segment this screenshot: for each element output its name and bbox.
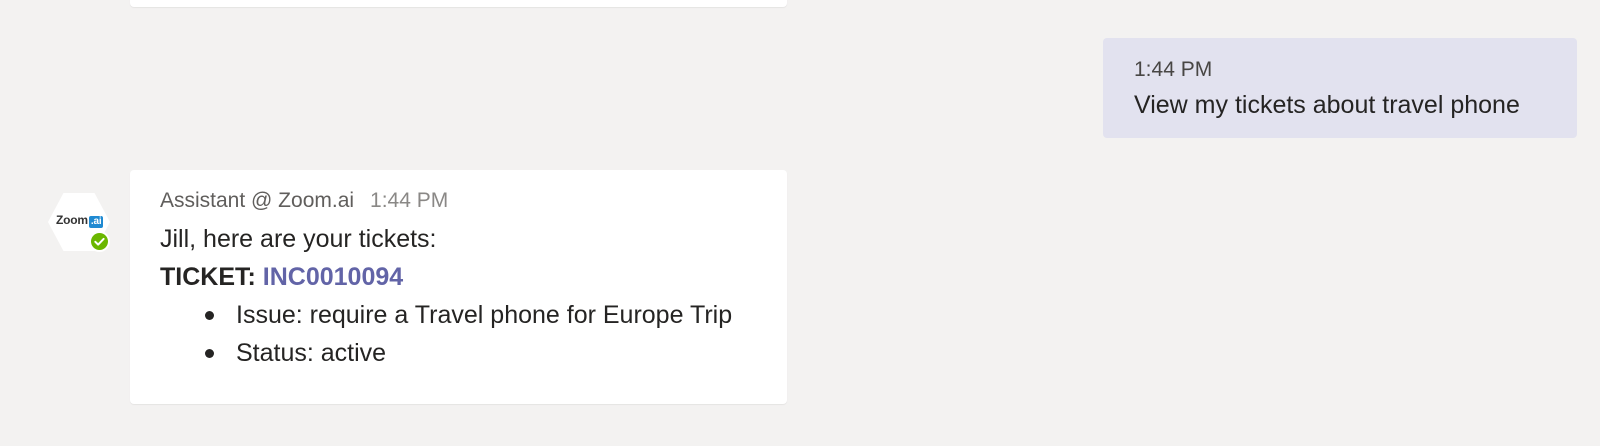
ticket-line: TICKET: INC0010094 (160, 262, 787, 292)
zoom-ai-logo: Zoom .ai (56, 213, 104, 228)
avatar[interactable]: Zoom .ai (48, 193, 110, 252)
bullet-icon (205, 349, 214, 358)
available-check-icon (89, 231, 110, 252)
incoming-message[interactable]: Assistant @ Zoom.ai 1:44 PM Jill, here ar… (130, 170, 787, 404)
ticket-issue: Issue: require a Travel phone for Europe… (236, 301, 733, 329)
message-text: View my tickets about travel phone (1134, 91, 1520, 119)
previous-message-card (130, 0, 787, 7)
message-timestamp: 1:44 PM (370, 189, 449, 212)
ticket-label: TICKET: (160, 263, 256, 291)
ticket-details-list: Issue: require a Travel phone for Europe… (160, 300, 787, 368)
outgoing-message[interactable]: 1:44 PM View my tickets about travel pho… (1103, 38, 1577, 138)
sender-name: Assistant @ Zoom.ai (160, 189, 355, 212)
list-item: Status: active (160, 338, 787, 368)
bullet-icon (205, 311, 214, 320)
logo-badge: .ai (88, 216, 104, 228)
message-header: Assistant @ Zoom.ai 1:44 PM (160, 188, 787, 214)
greeting-text: Jill, here are your tickets: (160, 225, 437, 253)
ticket-id-link[interactable]: INC0010094 (263, 263, 403, 291)
logo-text: Zoom (56, 213, 88, 227)
list-item: Issue: require a Travel phone for Europe… (160, 300, 787, 330)
ticket-status: Status: active (236, 339, 387, 367)
message-timestamp: 1:44 PM (1134, 58, 1213, 81)
